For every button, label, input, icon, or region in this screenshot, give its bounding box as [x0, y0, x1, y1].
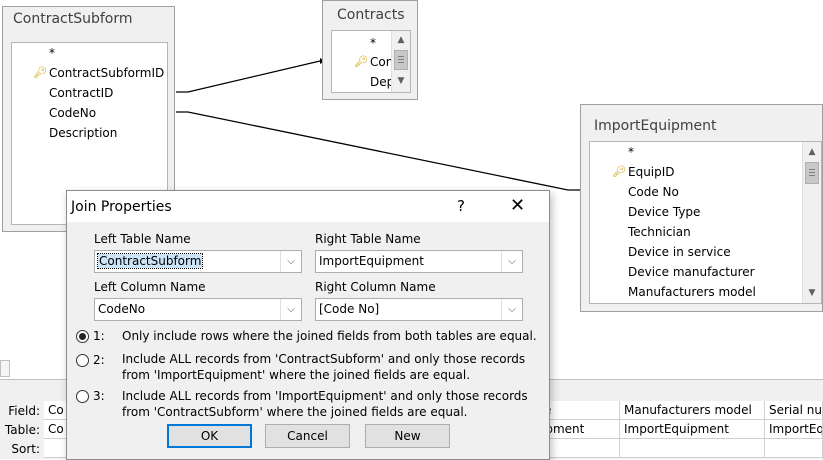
right-table-select[interactable]: ImportEquipment ⌵ — [315, 250, 523, 273]
close-icon[interactable]: ✕ — [510, 195, 525, 216]
option-text: Include ALL records from 'ContractSubfor… — [122, 352, 526, 382]
left-table-select[interactable]: ContractSubform ⌵ — [94, 250, 302, 273]
field-item-primary-key[interactable]: 🔑︎ Con — [354, 52, 393, 72]
row-label-field: Field: — [8, 404, 40, 418]
row-label-table: Table: — [4, 423, 40, 437]
vertical-scrollbar[interactable]: ▲ ▼ — [391, 31, 410, 92]
right-column-select[interactable]: [Code No] ⌵ — [315, 298, 523, 321]
chevron-down-icon[interactable]: ⌵ — [501, 251, 522, 272]
new-button[interactable]: New — [365, 424, 450, 448]
option-text: Include ALL records from 'ImportEquipmen… — [122, 389, 528, 419]
field-item[interactable]: Device in service — [628, 242, 731, 262]
horizontal-scrollbar-stub[interactable] — [0, 360, 10, 377]
scroll-thumb[interactable] — [394, 50, 408, 70]
grid-cell-sort[interactable] — [542, 439, 620, 458]
table-contracts[interactable]: Contracts * 🔑︎ Con Dep ▲ ▼ — [322, 0, 418, 100]
key-icon: 🔑︎ — [612, 165, 626, 178]
right-table-label: Right Table Name — [315, 232, 421, 246]
grid-cell-field[interactable]: Serial nur — [765, 401, 823, 420]
chevron-down-icon[interactable]: ⌵ — [280, 251, 301, 272]
field-item[interactable]: Device manufacturer — [628, 262, 755, 282]
field-item[interactable]: * — [628, 142, 634, 162]
grid-cell-sort[interactable] — [620, 439, 765, 458]
left-column-value: CodeNo — [98, 302, 146, 316]
dialog-titlebar[interactable]: Join Properties ? ✕ — [67, 191, 549, 222]
left-table-value: ContractSubform — [96, 253, 204, 269]
left-column-select[interactable]: CodeNo ⌵ — [94, 298, 302, 321]
join-line-contracts — [176, 60, 321, 93]
dialog-title: Join Properties — [71, 199, 172, 215]
grid-cell-table[interactable]: ImportEquipment — [620, 420, 765, 439]
field-item[interactable]: Device Type — [628, 202, 700, 222]
table-title: ImportEquipment — [594, 118, 717, 134]
option-text: Only include rows where the joined field… — [122, 329, 537, 343]
vertical-scrollbar[interactable]: ▲ ▼ — [802, 142, 821, 303]
right-column-label: Right Column Name — [315, 280, 436, 294]
field-item[interactable]: CodeNo — [49, 103, 96, 123]
table-importequipment[interactable]: ImportEquipment * 🔑︎ EquipID Code No Dev… — [580, 104, 823, 312]
arrow-up-icon[interactable]: ▲ — [804, 144, 820, 160]
arrow-down-icon[interactable]: ▼ — [393, 73, 409, 89]
field-item[interactable]: * — [370, 33, 376, 53]
option-number: 2: — [93, 353, 105, 367]
left-column-label: Left Column Name — [94, 280, 206, 294]
row-label-sort: Sort: — [11, 442, 40, 456]
field-item[interactable]: Description — [49, 123, 117, 143]
grid-cell-table[interactable]: ImportEqu — [765, 420, 823, 439]
join-type-radio-1[interactable] — [76, 330, 89, 343]
field-item[interactable]: Manufacturers model — [628, 282, 756, 302]
grid-cell-table[interactable]: ipment — [542, 420, 620, 439]
chevron-down-icon[interactable]: ⌵ — [501, 299, 522, 320]
field-item-primary-key[interactable]: 🔑︎ ContractSubformID — [33, 63, 164, 83]
option-number: 3: — [93, 389, 105, 403]
help-icon[interactable]: ? — [457, 197, 465, 215]
arrow-down-icon[interactable]: ▼ — [804, 285, 820, 301]
left-table-label: Left Table Name — [94, 232, 191, 246]
key-icon: 🔑︎ — [354, 55, 368, 68]
join-type-radio-3[interactable] — [76, 390, 89, 403]
field-list[interactable]: * 🔑︎ Con Dep ▲ ▼ — [331, 30, 411, 93]
field-item[interactable]: Code No — [628, 182, 679, 202]
field-item[interactable]: Technician — [628, 222, 691, 242]
grid-cell-field[interactable]: e — [542, 401, 620, 420]
field-list[interactable]: * 🔑︎ EquipID Code No Device Type Technic… — [589, 141, 822, 304]
join-line-importequipment — [176, 111, 580, 191]
join-type-radio-2[interactable] — [76, 354, 89, 367]
join-properties-dialog[interactable]: Join Properties ? ✕ Left Table Name Righ… — [66, 190, 550, 460]
right-column-value: [Code No] — [319, 302, 380, 316]
field-item-primary-key[interactable]: 🔑︎ EquipID — [612, 162, 675, 182]
chevron-down-icon[interactable]: ⌵ — [280, 299, 301, 320]
key-icon: 🔑︎ — [33, 66, 47, 79]
table-title: ContractSubform — [13, 11, 133, 27]
grid-cell-field[interactable]: Manufacturers model — [620, 401, 765, 420]
table-title: Contracts — [337, 7, 405, 23]
grid-cell-sort[interactable] — [765, 439, 823, 458]
arrow-up-icon[interactable]: ▲ — [393, 32, 409, 48]
scroll-thumb[interactable] — [805, 162, 819, 184]
right-table-value: ImportEquipment — [319, 254, 424, 268]
cancel-button[interactable]: Cancel — [265, 424, 350, 448]
field-item[interactable]: ContractID — [49, 83, 113, 103]
ok-button[interactable]: OK — [167, 424, 252, 448]
field-item[interactable]: * — [49, 43, 55, 63]
option-number: 1: — [93, 329, 105, 343]
